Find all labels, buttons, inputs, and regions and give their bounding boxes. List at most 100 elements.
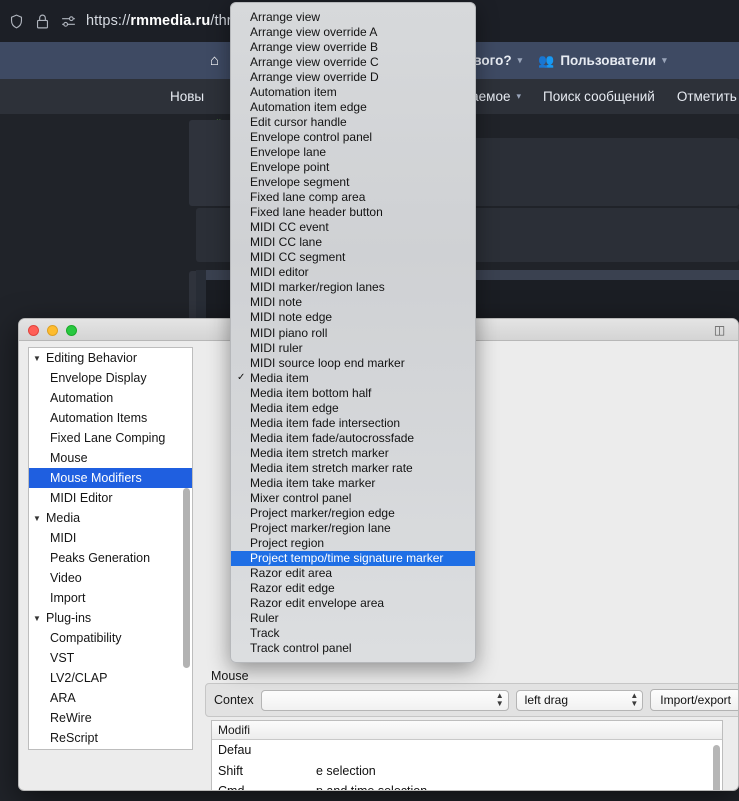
tree-item-mouse[interactable]: ▼Mouse	[29, 448, 192, 468]
tree-item-automation[interactable]: ▼Automation	[29, 388, 192, 408]
menu-item[interactable]: Arrange view override A	[231, 24, 475, 39]
tree-item-envelope-display[interactable]: ▼Envelope Display	[29, 368, 192, 388]
menu-item[interactable]: Fixed lane comp area	[231, 190, 475, 205]
tree-item-label: Fixed Lane Comping	[50, 431, 166, 445]
menu-item[interactable]: Razor edit envelope area	[231, 596, 475, 611]
tree-item-mouse-modifiers[interactable]: ▼Mouse Modifiers	[29, 468, 192, 488]
nav-new-label: Новы	[170, 89, 205, 104]
menu-item[interactable]: ✓ Media item	[231, 370, 475, 385]
tree-item-fixed-lane-comping[interactable]: ▼Fixed Lane Comping	[29, 428, 192, 448]
menu-item[interactable]: Razor edit edge	[231, 581, 475, 596]
tree-item-plug-ins[interactable]: ▼ Plug-ins	[29, 608, 192, 628]
tree-item-compatibility[interactable]: ▼Compatibility	[29, 628, 192, 648]
nav-search-posts[interactable]: Поиск сообщений	[543, 89, 655, 104]
disclosure-triangle-icon[interactable]: ▼	[33, 514, 46, 523]
menu-item[interactable]: MIDI source loop end marker	[231, 355, 475, 370]
menu-item[interactable]: MIDI note	[231, 295, 475, 310]
preferences-category-tree[interactable]: ▼Editing Behavior▼Envelope Display▼Autom…	[28, 347, 193, 750]
tree-item-editing-behavior[interactable]: ▼ Editing Behavior	[29, 348, 192, 368]
menu-item[interactable]: Automation item edge	[231, 99, 475, 114]
menu-item-label: Arrange view override D	[250, 69, 379, 84]
menu-item[interactable]: Ruler	[231, 611, 475, 626]
tree-item-midi-editor[interactable]: ▼MIDI Editor	[29, 488, 192, 508]
context-dropdown-menu[interactable]: Arrange view Arrange view override A Arran…	[230, 2, 476, 663]
tree-item-peaks-generation[interactable]: ▼Peaks Generation	[29, 548, 192, 568]
disclosure-triangle-icon[interactable]: ▼	[33, 354, 46, 363]
menu-item[interactable]: MIDI editor	[231, 265, 475, 280]
tree-item-vst[interactable]: ▼VST	[29, 648, 192, 668]
tree-item-import[interactable]: ▼Import	[29, 588, 192, 608]
menu-item-label: MIDI CC lane	[250, 235, 323, 250]
disclosure-triangle-icon[interactable]: ▼	[33, 614, 46, 623]
table-vertical-scrollbar[interactable]	[713, 745, 720, 790]
close-button[interactable]	[28, 325, 39, 336]
menu-item[interactable]: Envelope control panel	[231, 129, 475, 144]
nav-mark-forums[interactable]: Отметить ф	[677, 89, 739, 104]
menu-item[interactable]: Media item fade intersection	[231, 415, 475, 430]
tree-item-video[interactable]: ▼Video	[29, 568, 192, 588]
tree-item-lv2-clap[interactable]: ▼LV2/CLAP	[29, 668, 192, 688]
menu-item[interactable]: Media item bottom half	[231, 385, 475, 400]
table-row[interactable]: Cmdp and time selection	[212, 781, 722, 790]
menu-item[interactable]: Arrange view	[231, 9, 475, 24]
menu-item-label: Automation item	[250, 84, 337, 99]
menu-item[interactable]: MIDI CC lane	[231, 235, 475, 250]
nav-new[interactable]: Новы	[170, 89, 204, 104]
menu-item[interactable]: Envelope segment	[231, 175, 475, 190]
menu-item[interactable]: Mixer control panel	[231, 491, 475, 506]
menu-item-label: Arrange view override C	[250, 54, 379, 69]
lock-icon[interactable]	[34, 13, 51, 30]
menu-item[interactable]: MIDI CC segment	[231, 250, 475, 265]
menu-item[interactable]: Arrange view override C	[231, 54, 475, 69]
menu-item[interactable]: Track control panel	[231, 641, 475, 656]
menu-item[interactable]: Edit cursor handle	[231, 114, 475, 129]
menu-item[interactable]: Automation item	[231, 84, 475, 99]
menu-item[interactable]: MIDI note edge	[231, 310, 475, 325]
menu-item[interactable]: Media item fade/autocrossfade	[231, 430, 475, 445]
shield-icon[interactable]	[8, 13, 25, 30]
tree-item-realmgui[interactable]: ▼RealmGui	[29, 748, 192, 749]
nav-home[interactable]: ⌂	[210, 52, 219, 69]
tree-item-ara[interactable]: ▼ARA	[29, 688, 192, 708]
tree-item-rescript[interactable]: ▼ReScript	[29, 728, 192, 748]
tree-item-automation-items[interactable]: ▼Automation Items	[29, 408, 192, 428]
menu-item[interactable]: Media item stretch marker rate	[231, 460, 475, 475]
table-row[interactable]: Defau	[212, 740, 722, 761]
menu-item[interactable]: Envelope point	[231, 159, 475, 174]
import-export-button[interactable]: Import/export	[650, 689, 738, 711]
menu-item[interactable]: MIDI marker/region lanes	[231, 280, 475, 295]
menu-item[interactable]: MIDI CC event	[231, 220, 475, 235]
tree-item-label: Envelope Display	[50, 371, 147, 385]
tree-item-rewire[interactable]: ▼ReWire	[29, 708, 192, 728]
menu-item[interactable]: Media item edge	[231, 400, 475, 415]
menu-item[interactable]: Arrange view override B	[231, 39, 475, 54]
nav-users[interactable]: 👥 Пользователи ▾	[538, 53, 666, 69]
menu-item[interactable]: Arrange view override D	[231, 69, 475, 84]
action-popup[interactable]: left drag ▲ ▼	[515, 689, 644, 711]
zoom-button[interactable]	[66, 325, 77, 336]
modifier-column-header[interactable]: Modifi	[212, 721, 722, 740]
minimize-button[interactable]	[47, 325, 58, 336]
tree-item-midi[interactable]: ▼MIDI	[29, 528, 192, 548]
menu-item[interactable]: MIDI ruler	[231, 340, 475, 355]
menu-item[interactable]: Project marker/region edge	[231, 506, 475, 521]
modifier-table[interactable]: Modifi DefauShifte selectionCmdp and tim…	[211, 720, 723, 790]
menu-item-label: MIDI note	[250, 295, 303, 310]
context-popup[interactable]: ▲ ▼	[260, 689, 509, 711]
menu-item[interactable]: MIDI piano roll	[231, 325, 475, 340]
tree-item-media[interactable]: ▼ Media	[29, 508, 192, 528]
menu-item[interactable]: Project marker/region lane	[231, 521, 475, 536]
menu-item[interactable]: Project region	[231, 536, 475, 551]
menu-item[interactable]: Razor edit area	[231, 566, 475, 581]
reader-toggle-icon[interactable]	[60, 13, 77, 30]
url-text[interactable]: https://rmmedia.ru/threa	[86, 13, 248, 29]
table-row[interactable]: Shift e selection	[212, 761, 722, 782]
menu-item[interactable]: Fixed lane header button	[231, 205, 475, 220]
tree-scrollbar[interactable]	[183, 488, 190, 668]
menu-item[interactable]: Media item take marker	[231, 475, 475, 490]
menu-item[interactable]: Project tempo/time signature marker	[231, 550, 475, 566]
menu-item[interactable]: Envelope lane	[231, 144, 475, 159]
resize-handle-icon[interactable]: ◫	[712, 323, 727, 337]
menu-item[interactable]: Track	[231, 626, 475, 641]
menu-item[interactable]: Media item stretch marker	[231, 445, 475, 460]
